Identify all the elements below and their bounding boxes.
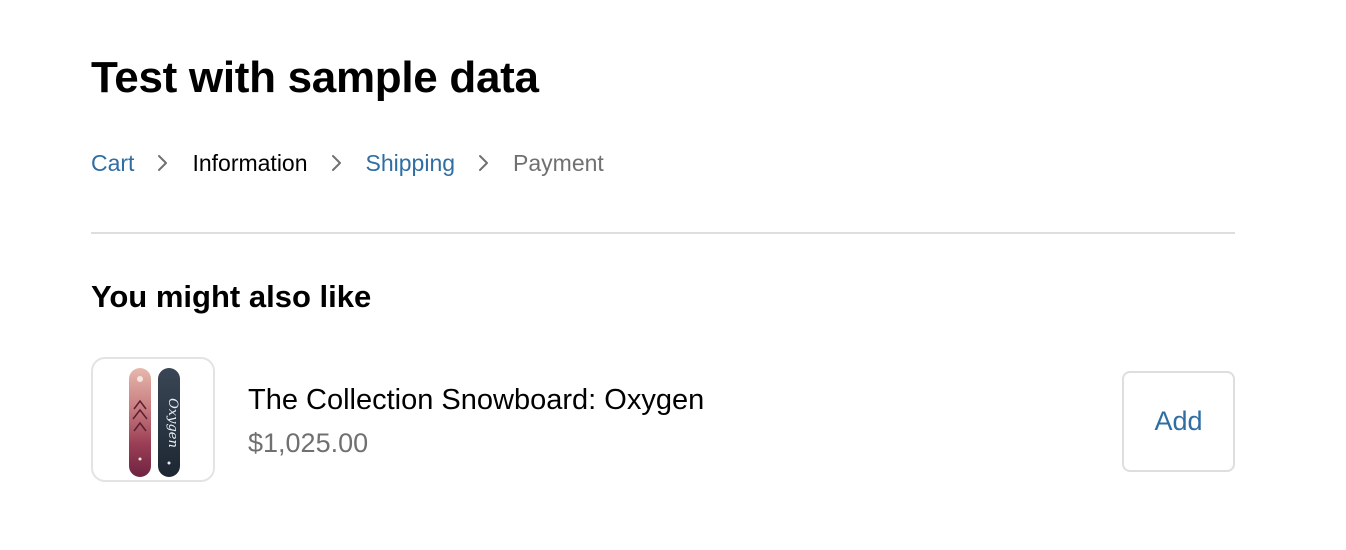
store-title: Test with sample data — [91, 53, 539, 102]
chevron-right-icon — [308, 154, 366, 172]
snowboard-product-image: Oxygen — [91, 357, 215, 482]
add-button[interactable]: Add — [1122, 371, 1235, 472]
checkout-page: Test with sample data Cart Information S… — [0, 0, 1346, 550]
recommended-product: Oxygen The Collection Snowboard: Oxygen … — [91, 357, 1235, 487]
breadcrumb-shipping[interactable]: Shipping — [366, 150, 456, 177]
breadcrumb: Cart Information Shipping Payment — [91, 146, 604, 180]
product-price: $1,025.00 — [248, 428, 369, 458]
chevron-right-icon — [455, 154, 513, 172]
recommendations-title: You might also like — [91, 279, 372, 314]
breadcrumb-payment: Payment — [513, 149, 604, 176]
snowboard-brand-text: Oxygen — [165, 398, 180, 448]
chevron-right-icon — [134, 154, 192, 172]
divider — [91, 232, 1235, 234]
breadcrumb-cart[interactable]: Cart — [91, 150, 134, 177]
product-name: The Collection Snowboard: Oxygen — [248, 384, 705, 416]
breadcrumb-information: Information — [192, 149, 308, 176]
